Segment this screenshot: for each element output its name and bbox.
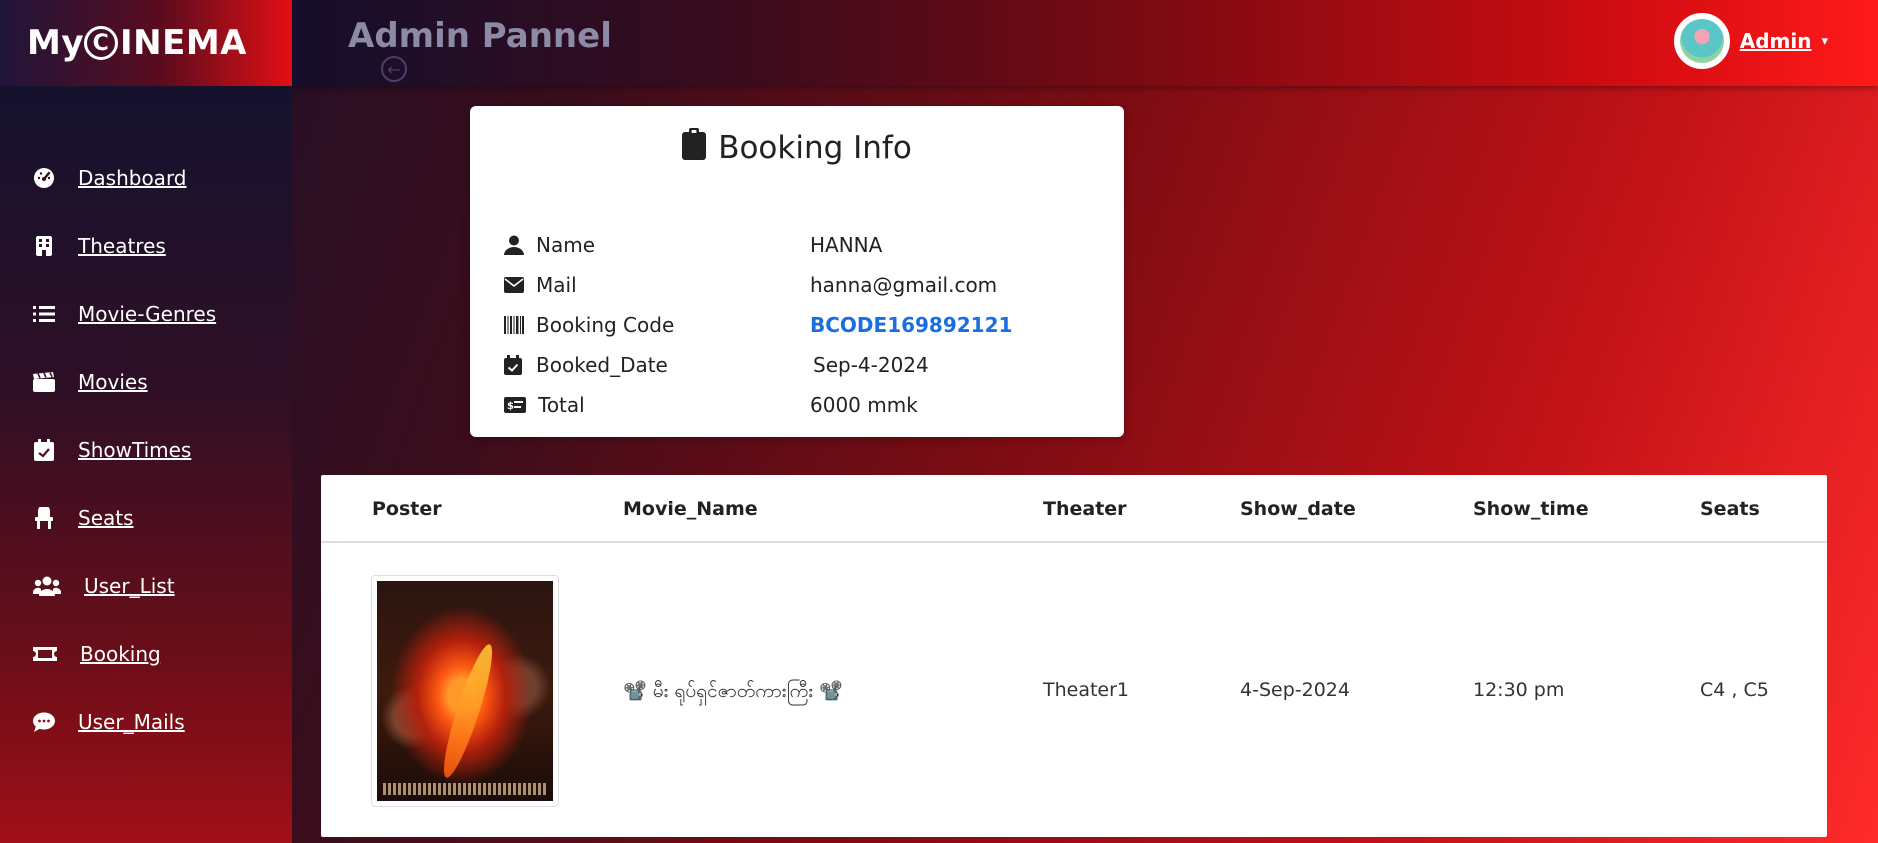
sidebar-item-dashboard[interactable]: Dashboard — [0, 144, 292, 212]
user-icon — [504, 234, 526, 256]
sidebar-item-label[interactable]: ShowTimes — [78, 438, 191, 462]
cell-theater: Theater1 — [1043, 679, 1130, 701]
logo-mark: C — [84, 26, 118, 60]
info-row-name: Name HANNA — [504, 230, 1084, 260]
barcode-icon — [504, 314, 526, 336]
building-icon — [32, 234, 56, 258]
column-header-movie-name: Movie_Name — [623, 498, 758, 520]
column-header-show-time: Show_time — [1473, 498, 1589, 520]
table-header: Poster Movie_Name Theater Show_date Show… — [321, 475, 1827, 543]
booking-info-title: Booking Info — [470, 128, 1124, 168]
column-header-show-date: Show_date — [1240, 498, 1356, 520]
sidebar-item-theatres[interactable]: Theatres — [0, 212, 292, 280]
back-arrow-icon[interactable]: ← — [381, 56, 407, 82]
avatar-image — [1679, 19, 1724, 63]
logo-suffix: INEMA — [120, 23, 247, 63]
calendar-check-icon — [504, 354, 526, 376]
info-value-booked-date: Sep-4-2024 — [813, 353, 929, 377]
cell-movie-name: 📽️ မီး ရုပ်ရှင်ဇာတ်ကားကြီး 📽️ — [623, 680, 843, 702]
logo-text: My C INEMA — [27, 23, 247, 63]
info-key: Name — [536, 233, 596, 257]
cell-seats: C4 , C5 — [1700, 679, 1769, 701]
clipboard-icon — [682, 128, 707, 168]
page-title: Admin Pannel — [348, 16, 612, 56]
booking-info-card: Booking Info Name HANNA Mail hanna@gmail… — [470, 106, 1124, 437]
info-row-total: $ Total 6000 mmk — [504, 390, 1084, 420]
info-value-name: HANNA — [810, 233, 883, 257]
cell-show-time: 12:30 pm — [1473, 679, 1565, 701]
user-menu[interactable]: Admin ▾ — [1673, 13, 1828, 69]
sidebar-item-user-list[interactable]: User_List — [0, 552, 292, 620]
user-menu-label[interactable]: Admin — [1740, 29, 1812, 53]
info-key: Booked_Date — [536, 353, 668, 377]
sidebar-item-label[interactable]: Seats — [78, 506, 134, 530]
gauge-icon — [32, 166, 56, 190]
envelope-icon — [504, 274, 526, 296]
avatar[interactable] — [1673, 13, 1730, 69]
cell-show-date: 4-Sep-2024 — [1240, 679, 1350, 701]
column-header-seats: Seats — [1700, 498, 1760, 520]
sidebar-item-label[interactable]: Movies — [78, 370, 148, 394]
info-row-booked-date: Booked_Date Sep-4-2024 — [504, 350, 1084, 380]
sidebar-item-movies[interactable]: Movies — [0, 348, 292, 416]
info-key: Total — [538, 393, 585, 417]
sidebar-nav: Dashboard Theatres Movie-Genres Movies S… — [0, 144, 292, 756]
info-row-booking-code: Booking Code BCODE169892121 — [504, 310, 1084, 340]
sidebar-item-label[interactable]: Dashboard — [78, 166, 187, 190]
money-check-icon: $ — [504, 394, 528, 416]
info-row-name — [504, 189, 1084, 219]
sidebar-item-user-mails[interactable]: User_Mails — [0, 688, 292, 756]
column-header-theater: Theater — [1043, 498, 1127, 520]
info-value-total: 6000 mmk — [810, 393, 918, 417]
chair-icon — [32, 506, 56, 530]
sidebar: Dashboard Theatres Movie-Genres Movies S… — [0, 86, 292, 843]
sidebar-item-label[interactable]: User_Mails — [78, 710, 185, 734]
sidebar-item-seats[interactable]: Seats — [0, 484, 292, 552]
clapperboard-icon — [32, 370, 56, 394]
column-header-poster: Poster — [372, 498, 442, 520]
info-key: Booking Code — [536, 313, 675, 337]
info-key: Mail — [536, 273, 577, 297]
info-value-mail: hanna@gmail.com — [810, 273, 998, 297]
sidebar-item-label[interactable]: Booking — [80, 642, 161, 666]
calendar-check-icon — [32, 438, 56, 462]
sidebar-item-label[interactable]: Theatres — [78, 234, 166, 258]
booking-table: Poster Movie_Name Theater Show_date Show… — [321, 475, 1827, 837]
sidebar-item-label[interactable]: Movie-Genres — [78, 302, 216, 326]
comment-icon — [32, 710, 56, 734]
sidebar-item-booking[interactable]: Booking — [0, 620, 292, 688]
sidebar-item-showtimes[interactable]: ShowTimes — [0, 416, 292, 484]
chevron-down-icon[interactable]: ▾ — [1821, 34, 1828, 49]
booking-info-title-text: Booking Info — [718, 130, 912, 166]
movie-poster-image — [377, 581, 553, 801]
logo-prefix: My — [27, 23, 84, 63]
sidebar-item-label[interactable]: User_List — [84, 574, 175, 598]
logo[interactable]: My C INEMA — [0, 0, 292, 86]
users-icon — [32, 574, 62, 598]
list-icon — [32, 302, 56, 326]
ticket-icon — [32, 642, 58, 666]
sidebar-item-movie-genres[interactable]: Movie-Genres — [0, 280, 292, 348]
top-header: My C INEMA Admin Pannel ← Admin ▾ — [0, 0, 1878, 86]
svg-text:$: $ — [507, 401, 514, 412]
movie-poster[interactable] — [371, 575, 559, 807]
info-value-booking-code[interactable]: BCODE169892121 — [810, 313, 1012, 337]
info-row-mail: Mail hanna@gmail.com — [504, 270, 1084, 300]
